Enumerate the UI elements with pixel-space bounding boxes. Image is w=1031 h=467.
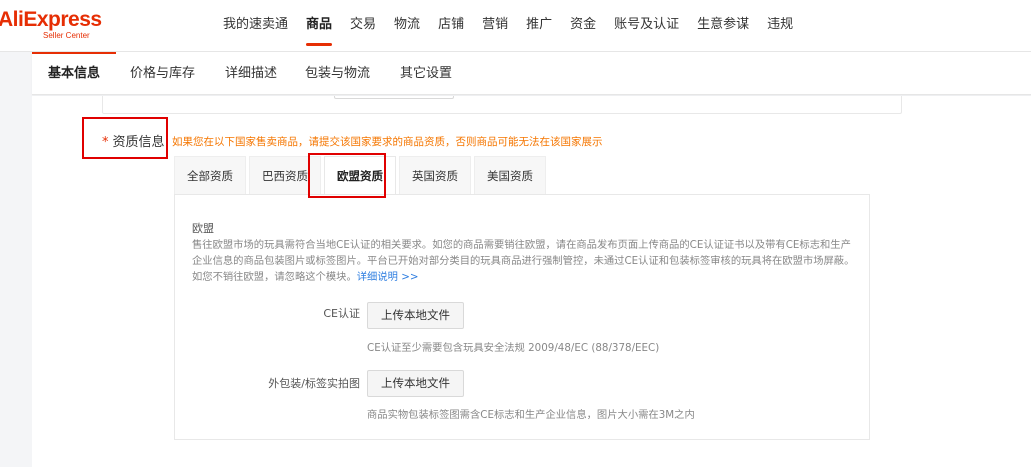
- tab-description[interactable]: 详细描述: [225, 52, 277, 95]
- nav-item-business-advisor[interactable]: 生意参谋: [688, 0, 758, 52]
- upload-package-photo-button[interactable]: 上传本地文件: [367, 370, 464, 397]
- qualification-hint: 如果您在以下国家售卖商品，请提交该国家要求的商品资质，否则商品可能无法在该国家展…: [172, 136, 603, 148]
- tab-other-settings[interactable]: 其它设置: [400, 52, 452, 95]
- nav-item-promotion[interactable]: 推广: [517, 0, 561, 52]
- tab-packaging-logistics[interactable]: 包装与物流: [305, 52, 370, 95]
- top-header: AliExpress Seller Center 我的速卖通 商品 交易 物流 …: [0, 0, 1031, 52]
- main-content: * 资质信息 如果您在以下国家售卖商品，请提交该国家要求的商品资质，否则商品可能无…: [32, 96, 1031, 467]
- highlight-box-eu-tab: [308, 153, 386, 198]
- logo-text: AliExpress: [0, 8, 102, 31]
- main-nav: 我的速卖通 商品 交易 物流 店铺 营销 推广 资金 账号及认证 生意参谋 违规: [214, 0, 802, 52]
- logo-subtitle: Seller Center: [43, 31, 90, 40]
- details-link[interactable]: 详细说明 >>: [357, 271, 419, 283]
- nav-item-violations[interactable]: 违规: [758, 0, 802, 52]
- package-photo-label: 外包装/标签实拍图: [268, 377, 360, 390]
- ce-certificate-label: CE认证: [323, 307, 360, 320]
- nav-item-store[interactable]: 店铺: [429, 0, 473, 52]
- nav-item-my-aliexpress[interactable]: 我的速卖通: [214, 0, 297, 52]
- nav-item-account[interactable]: 账号及认证: [605, 0, 688, 52]
- tab-us-qualifications[interactable]: 美国资质: [474, 156, 546, 194]
- nav-item-funds[interactable]: 资金: [561, 0, 605, 52]
- previous-card-bottom: [102, 96, 902, 114]
- ce-certificate-hint: CE认证至少需要包含玩具安全法规 2009/48/EC (88/378/EEC): [367, 342, 660, 354]
- eu-qualification-panel: 欧盟 售往欧盟市场的玩具需符合当地CE认证的相关要求。如您的商品需要销往欧盟，请…: [174, 194, 870, 440]
- panel-description-text: 售往欧盟市场的玩具需符合当地CE认证的相关要求。如您的商品需要销往欧盟，请在商品…: [192, 239, 855, 283]
- package-photo-hint: 商品实物包装标签图需含CE标志和生产企业信息，图片大小需在3M之内: [367, 409, 695, 421]
- previous-button-edge: [334, 96, 454, 99]
- nav-item-marketing[interactable]: 营销: [473, 0, 517, 52]
- upload-ce-certificate-button[interactable]: 上传本地文件: [367, 302, 464, 329]
- tab-basic-info[interactable]: 基本信息: [31, 52, 117, 95]
- tab-price-stock[interactable]: 价格与库存: [130, 52, 195, 95]
- product-edit-tabs: 基本信息 价格与库存 详细描述 包装与物流 其它设置: [31, 52, 1031, 95]
- highlight-box-qualification: [82, 117, 168, 159]
- tab-uk-qualifications[interactable]: 英国资质: [399, 156, 471, 194]
- nav-item-logistics[interactable]: 物流: [385, 0, 429, 52]
- nav-item-transactions[interactable]: 交易: [341, 0, 385, 52]
- tab-all-qualifications[interactable]: 全部资质: [174, 156, 246, 194]
- panel-title: 欧盟: [192, 222, 214, 235]
- aliexpress-logo[interactable]: AliExpress Seller Center: [0, 8, 102, 41]
- nav-item-products[interactable]: 商品: [297, 0, 341, 52]
- panel-description: 售往欧盟市场的玩具需符合当地CE认证的相关要求。如您的商品需要销往欧盟，请在商品…: [192, 237, 858, 285]
